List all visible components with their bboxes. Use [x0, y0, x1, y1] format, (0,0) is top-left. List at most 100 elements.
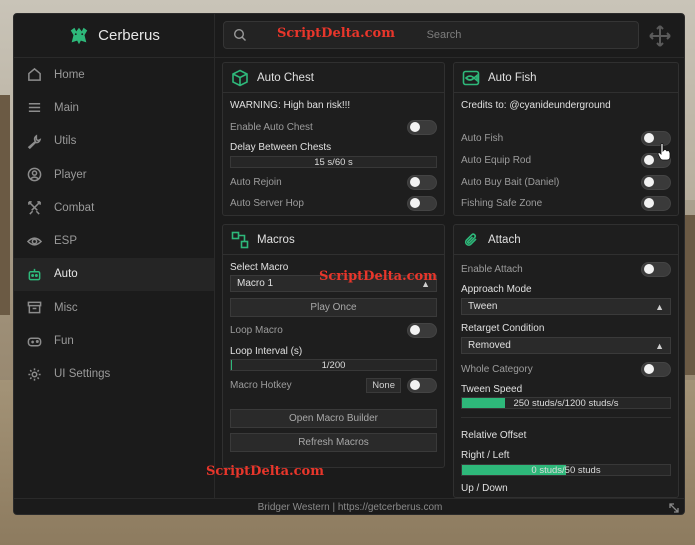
background-post	[684, 215, 695, 375]
refresh-macros-button[interactable]: Refresh Macros	[230, 433, 437, 452]
sidebar-item-label: Main	[54, 101, 79, 114]
enable-attach-toggle[interactable]	[641, 261, 671, 277]
panel-title: Auto Fish	[488, 71, 537, 84]
enable-auto-chest-toggle[interactable]	[407, 119, 437, 135]
open-macro-builder-button[interactable]: Open Macro Builder	[230, 409, 437, 428]
fishing-safe-zone-row: Fishing Safe Zone	[461, 194, 671, 212]
sidebar-item-label: Player	[54, 168, 87, 181]
whole-category-toggle[interactable]	[641, 361, 671, 377]
fishing-safe-zone-toggle[interactable]	[641, 195, 671, 211]
watermark-text: ScriptDelta.com	[319, 269, 437, 284]
right-left-label: Right / Left	[461, 449, 510, 461]
loop-macro-row: Loop Macro	[230, 321, 437, 339]
sidebar-item-fun[interactable]: Fun	[14, 324, 214, 357]
auto-rejoin-toggle[interactable]	[407, 174, 437, 190]
enable-auto-chest-row: Enable Auto Chest	[230, 118, 437, 136]
robot-icon	[28, 268, 41, 281]
delay-label: Delay Between Chests	[230, 141, 332, 153]
toggle-label: Fishing Safe Zone	[461, 197, 543, 209]
gamepad-icon	[27, 336, 42, 346]
right-left-slider[interactable]: 0 studs/50 studs	[461, 464, 671, 476]
sidebar-item-auto[interactable]: Auto	[14, 257, 214, 292]
app-title: Cerberus	[98, 27, 160, 44]
sidebar-item-main[interactable]: Main	[14, 91, 214, 124]
gear-icon	[28, 368, 41, 381]
toggle-label: Auto Fish	[461, 132, 504, 144]
auto-equip-rod-row: Auto Equip Rod	[461, 151, 671, 169]
auto-rejoin-row: Auto Rejoin	[230, 173, 437, 191]
chevron-up-icon: ▲	[655, 301, 664, 312]
dropdown-value: Tween	[468, 301, 498, 312]
watermark-text: ScriptDelta.com	[277, 26, 395, 41]
macro-hotkey-toggle[interactable]	[407, 377, 437, 393]
approach-mode-dropdown[interactable]: Tween ▲	[461, 298, 671, 315]
credits-text: Credits to: @cyanideunderground	[461, 99, 611, 111]
nav-list: Home Main Utils Player Combat ESP Auto M…	[14, 58, 214, 391]
retarget-condition-label: Retarget Condition	[461, 322, 545, 334]
toggle-label: Whole Category	[461, 363, 533, 375]
move-icon[interactable]	[648, 24, 672, 48]
sidebar-item-combat[interactable]: Combat	[14, 191, 214, 224]
footer-text: Bridger Western | https://getcerberus.co…	[257, 502, 443, 513]
play-once-button[interactable]: Play Once	[230, 298, 437, 317]
panel-header: Auto Chest	[223, 63, 444, 93]
macro-hotkey-row: Macro Hotkey None	[230, 376, 437, 394]
background-post	[0, 95, 10, 315]
cerberus-logo-icon	[70, 27, 88, 44]
footer: Bridger Western | https://getcerberus.co…	[14, 498, 684, 514]
panel-title: Auto Chest	[257, 71, 314, 84]
panel-header: Macros	[223, 225, 444, 255]
auto-chest-panel: Auto Chest WARNING: High ban risk!!! Ena…	[222, 62, 445, 216]
ban-warning: WARNING: High ban risk!!!	[230, 99, 351, 111]
auto-buy-bait-toggle[interactable]	[641, 174, 671, 190]
hotkey-button[interactable]: None	[366, 377, 401, 393]
slider-value: 1/200	[321, 359, 346, 371]
sidebar-item-home[interactable]: Home	[14, 58, 214, 91]
sidebar-item-label: Auto	[54, 268, 78, 281]
toggle-label: Auto Rejoin	[230, 176, 282, 188]
wrench-icon	[27, 134, 42, 149]
sidebar-item-label: Misc	[54, 301, 78, 314]
tween-speed-label: Tween Speed	[461, 383, 523, 395]
toggle-label: Enable Auto Chest	[230, 121, 313, 133]
loop-macro-toggle[interactable]	[407, 322, 437, 338]
panel-title: Attach	[488, 233, 521, 246]
hotkey-label: Macro Hotkey	[230, 379, 292, 391]
cerberus-window: Cerberus Home Main Utils Player Combat E…	[13, 13, 685, 515]
tween-speed-slider[interactable]: 250 studs/s/1200 studs/s	[461, 397, 671, 409]
hand-cursor-icon	[657, 143, 671, 161]
sidebar-item-label: UI Settings	[54, 368, 111, 381]
auto-fish-panel: Auto Fish Credits to: @cyanideundergroun…	[453, 62, 679, 216]
brand: Cerberus	[14, 14, 214, 58]
retarget-condition-dropdown[interactable]: Removed ▲	[461, 337, 671, 354]
toggle-label: Loop Macro	[230, 324, 283, 336]
hotkey-control: None	[366, 377, 437, 393]
sidebar-item-label: Combat	[54, 201, 95, 214]
auto-server-hop-toggle[interactable]	[407, 195, 437, 211]
toggle-label: Auto Buy Bait (Daniel)	[461, 176, 560, 188]
sidebar-item-label: Fun	[54, 335, 74, 348]
sidebar-item-utils[interactable]: Utils	[14, 125, 214, 158]
delay-slider[interactable]: 15 s/60 s	[230, 156, 437, 168]
menu-icon	[28, 103, 41, 113]
fish-icon	[462, 70, 480, 85]
slider-value: 250 studs/s/1200 studs/s	[513, 397, 619, 409]
macros-panel: Macros Select Macro Macro 1 ▲ Play Once …	[222, 224, 445, 468]
sidebar-item-player[interactable]: Player	[14, 158, 214, 191]
paperclip-icon	[464, 232, 477, 246]
search-icon	[233, 28, 246, 41]
chevron-up-icon: ▲	[655, 340, 664, 351]
toggle-label: Auto Equip Rod	[461, 154, 532, 166]
resize-icon[interactable]	[668, 502, 680, 514]
sidebar-item-misc[interactable]: Misc	[14, 291, 214, 324]
whole-category-row: Whole Category	[461, 360, 671, 378]
sidebar-item-label: Utils	[54, 135, 77, 148]
home-icon	[28, 68, 41, 82]
loop-interval-slider[interactable]: 1/200	[230, 359, 437, 371]
swords-icon	[28, 201, 41, 215]
sidebar-item-esp[interactable]: ESP	[14, 224, 214, 257]
auto-fish-row: Auto Fish	[461, 129, 671, 147]
sidebar-item-label: Home	[54, 68, 85, 81]
cube-icon	[232, 69, 248, 86]
sidebar-item-ui-settings[interactable]: UI Settings	[14, 358, 214, 391]
